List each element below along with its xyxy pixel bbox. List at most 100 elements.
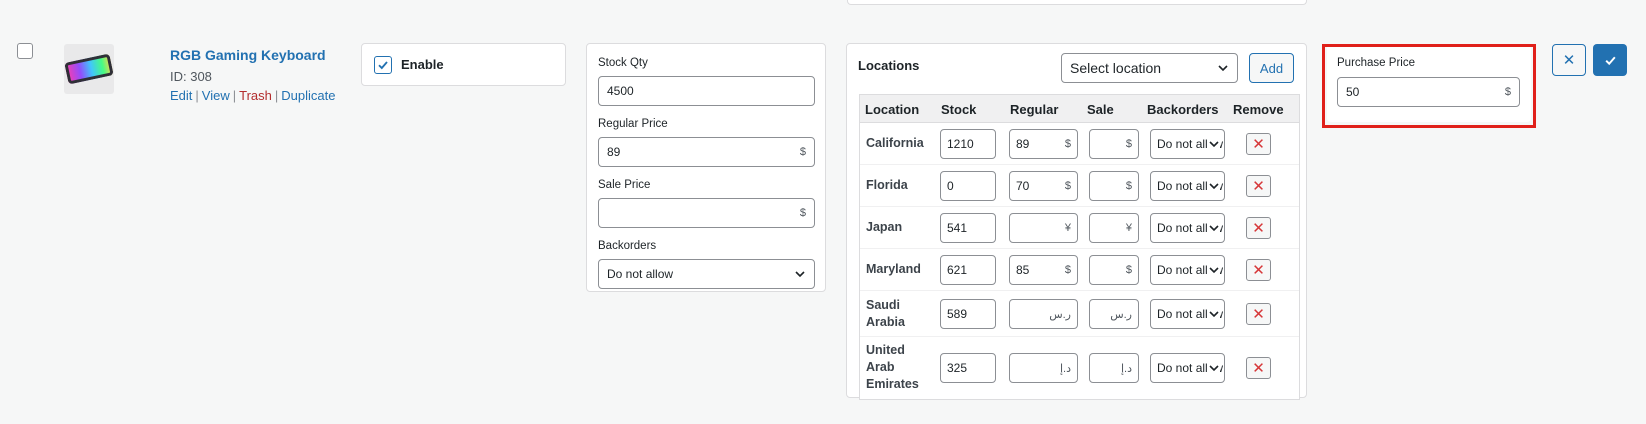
location-stock-input[interactable]: 325 — [940, 353, 996, 383]
close-icon: ✕ — [1252, 178, 1265, 195]
regular-currency: $ — [1064, 264, 1071, 276]
stock-panel: Stock Qty 4500 Regular Price 89 $ Sale P… — [586, 43, 826, 292]
edit-link[interactable]: Edit — [170, 88, 192, 103]
location-backorders-select[interactable]: Do not allow — [1150, 129, 1225, 159]
location-regular-input[interactable]: د.إ — [1009, 353, 1078, 383]
add-location-button[interactable]: Add — [1249, 53, 1294, 83]
location-stock-input[interactable]: 589 — [940, 299, 996, 329]
location-stock-input[interactable]: 541 — [940, 213, 996, 243]
remove-location-button[interactable]: ✕ — [1246, 357, 1271, 379]
location-name: Maryland — [866, 262, 921, 276]
location-row: Japan 541 ¥ ¥ Do not allow ✕ — [860, 207, 1299, 249]
stock-value: 621 — [947, 263, 968, 277]
location-row: California 1210 89 $ $ Do not allow ✕ — [860, 123, 1299, 165]
sale-currency: $ — [1125, 264, 1132, 276]
regular-value: 89 — [1016, 137, 1030, 151]
enable-card: Enable — [361, 43, 566, 86]
save-button[interactable] — [1593, 44, 1627, 76]
sale-currency: ر.س — [1110, 308, 1132, 321]
col-sale: Sale — [1087, 102, 1114, 117]
backorders-select[interactable]: Do not allow — [598, 259, 815, 289]
sale-price-label: Sale Price — [598, 179, 651, 191]
locations-title: Locations — [858, 58, 920, 73]
stock-qty-value: 4500 — [607, 84, 634, 98]
stock-value: 325 — [947, 361, 968, 375]
col-remove: Remove — [1233, 102, 1284, 117]
stock-qty-input[interactable]: 4500 — [598, 76, 815, 106]
row-select-checkbox[interactable] — [17, 43, 33, 59]
location-row: United Arab Emirates 325 د.إ د.إ Do not … — [860, 337, 1299, 399]
regular-value: 85 — [1016, 263, 1030, 277]
remove-location-button[interactable]: ✕ — [1246, 217, 1271, 239]
regular-currency: $ — [1064, 180, 1071, 192]
sale-price-input[interactable]: $ — [598, 198, 815, 228]
select-location-value: Select location — [1070, 60, 1162, 76]
trash-link[interactable]: Trash — [239, 88, 272, 103]
product-thumbnail[interactable] — [64, 44, 114, 94]
close-icon: ✕ — [1252, 262, 1265, 279]
location-backorders-select[interactable]: Do not allow — [1150, 171, 1225, 201]
location-regular-input[interactable]: ¥ — [1009, 213, 1078, 243]
regular-value: 70 — [1016, 179, 1030, 193]
col-backorders: Backorders — [1147, 102, 1219, 117]
sale-currency: ¥ — [1125, 222, 1132, 234]
location-regular-input[interactable]: 89 $ — [1009, 129, 1078, 159]
regular-price-input[interactable]: 89 $ — [598, 137, 815, 167]
cancel-button[interactable]: ✕ — [1552, 44, 1586, 76]
close-icon: ✕ — [1252, 306, 1265, 323]
location-row: Florida 0 70 $ $ Do not allow ✕ — [860, 165, 1299, 207]
location-regular-input[interactable]: 70 $ — [1009, 171, 1078, 201]
enable-checkbox[interactable] — [374, 55, 392, 74]
location-name: Saudi Arabia — [866, 298, 905, 329]
view-link[interactable]: View — [202, 88, 230, 103]
regular-currency: ¥ — [1064, 222, 1071, 234]
location-backorders-select[interactable]: Do not allow — [1150, 213, 1225, 243]
duplicate-link[interactable]: Duplicate — [281, 88, 335, 103]
chevron-down-icon — [1208, 308, 1220, 320]
location-name: Florida — [866, 178, 908, 192]
location-regular-input[interactable]: 85 $ — [1009, 255, 1078, 285]
close-icon: ✕ — [1562, 52, 1576, 69]
location-backorders-select[interactable]: Do not allow — [1150, 353, 1225, 383]
product-id: ID: 308 — [170, 69, 212, 84]
locations-table: Location Stock Regular Sale Backorders R… — [859, 94, 1300, 400]
locations-card: Locations Select location Add Location S… — [846, 43, 1307, 400]
regular-currency: $ — [1064, 138, 1071, 150]
location-name: California — [866, 136, 924, 150]
chevron-down-icon — [1208, 138, 1220, 150]
chevron-down-icon — [795, 271, 805, 278]
product-title-link[interactable]: RGB Gaming Keyboard — [170, 47, 326, 63]
location-backorders-select[interactable]: Do not allow — [1150, 299, 1225, 329]
close-icon: ✕ — [1252, 136, 1265, 153]
location-sale-input[interactable]: ¥ — [1089, 213, 1139, 243]
location-sale-input[interactable]: $ — [1089, 255, 1139, 285]
location-sale-input[interactable]: د.إ — [1089, 353, 1139, 383]
remove-location-button[interactable]: ✕ — [1246, 259, 1271, 281]
sale-currency: $ — [1125, 180, 1132, 192]
remove-location-button[interactable]: ✕ — [1246, 133, 1271, 155]
select-location-dropdown[interactable]: Select location — [1061, 53, 1238, 83]
location-row: Maryland 621 85 $ $ Do not allow ✕ — [860, 249, 1299, 291]
location-regular-input[interactable]: ر.س — [1009, 299, 1078, 329]
location-sale-input[interactable]: $ — [1089, 171, 1139, 201]
location-backorders-select[interactable]: Do not allow — [1150, 255, 1225, 285]
remove-location-button[interactable]: ✕ — [1246, 175, 1271, 197]
enable-label: Enable — [401, 57, 444, 72]
remove-location-button[interactable]: ✕ — [1246, 303, 1271, 325]
stock-value: 1210 — [947, 137, 974, 151]
stock-value: 541 — [947, 221, 968, 235]
checkmark-icon — [1604, 56, 1616, 65]
stock-value: 589 — [947, 307, 968, 321]
location-sale-input[interactable]: $ — [1089, 129, 1139, 159]
location-sale-input[interactable]: ر.س — [1089, 299, 1139, 329]
col-stock: Stock — [941, 102, 977, 117]
chevron-down-icon — [1208, 180, 1220, 192]
regular-currency: ر.س — [1049, 308, 1071, 321]
sale-currency: $ — [799, 207, 806, 219]
location-stock-input[interactable]: 1210 — [940, 129, 996, 159]
chevron-down-icon — [1218, 65, 1228, 72]
regular-currency: د.إ — [1059, 362, 1071, 375]
location-stock-input[interactable]: 621 — [940, 255, 996, 285]
location-name: Japan — [866, 220, 903, 234]
location-stock-input[interactable]: 0 — [940, 171, 996, 201]
